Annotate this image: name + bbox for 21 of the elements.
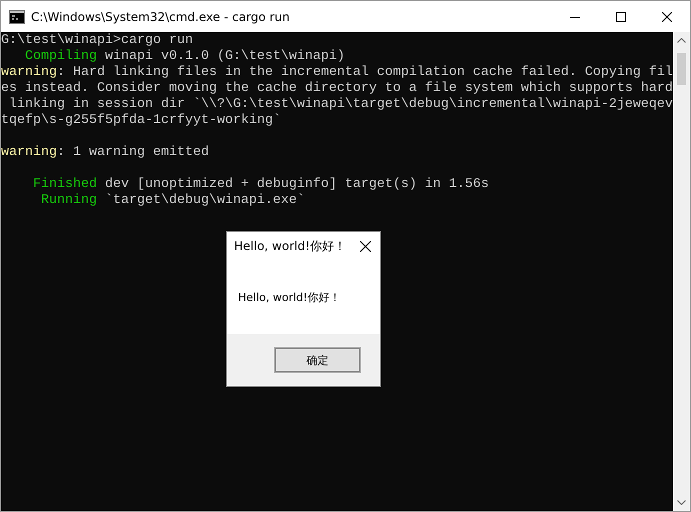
scroll-down-icon[interactable] bbox=[677, 500, 686, 505]
scroll-up-icon[interactable] bbox=[677, 38, 686, 43]
ok-button[interactable]: 确定 bbox=[274, 347, 361, 373]
window-title: C:\Windows\System32\cmd.exe - cargo run bbox=[31, 10, 291, 24]
close-icon bbox=[360, 240, 370, 252]
console-line: es instead. Consider moving the cache directory to a file system which supports hard bbox=[1, 81, 673, 97]
console-line: G:\test\winapi>cargo run bbox=[1, 33, 194, 49]
console-line: Finished dev [unoptimized + debuginfo] target(s) in 1.56s bbox=[32, 177, 490, 193]
console-line: warning: Hard linking files in the incremental compilation cache failed. Copying fil bbox=[1, 65, 673, 81]
console-line: warning: 1 warning emitted bbox=[1, 145, 210, 161]
console-app-icon bbox=[9, 10, 25, 24]
scrollbar-thumb[interactable] bbox=[677, 53, 686, 85]
dialog-message: Hello, world!你好！ bbox=[238, 291, 341, 304]
console-line: tqefp\s-g255f5pfda-1crfyyt-working` bbox=[1, 113, 282, 129]
console-line: Compiling winapi v0.1.0 (G:\test\winapi) bbox=[24, 49, 346, 65]
dialog-title: Hello, world!你好！ bbox=[234, 238, 346, 254]
console-line: Running `target\debug\winapi.exe` bbox=[40, 193, 306, 209]
console-line: linking in session dir `\\?\G:\test\winapi\target\debug\incremental\winapi-2jeweqev bbox=[8, 97, 673, 113]
maximize-icon bbox=[616, 12, 626, 22]
scrollbar[interactable] bbox=[673, 32, 690, 511]
close-icon bbox=[662, 12, 672, 22]
